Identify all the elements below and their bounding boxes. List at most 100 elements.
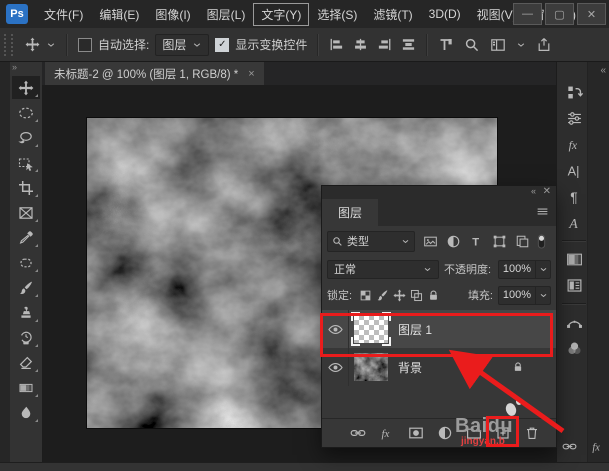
- align-right-icon[interactable]: [377, 37, 392, 52]
- gradient-swatch-icon[interactable]: [566, 251, 583, 268]
- lock-artboard-icon[interactable]: [410, 289, 423, 302]
- distribute-icon[interactable]: [401, 37, 416, 52]
- chevron-down-icon: [192, 40, 202, 50]
- adjustments-icon[interactable]: [566, 110, 583, 127]
- fill-field[interactable]: 100%: [498, 285, 551, 305]
- history-icon[interactable]: [566, 84, 583, 101]
- shape-filter-icon[interactable]: [492, 234, 507, 249]
- maximize-button[interactable]: ▢: [545, 3, 574, 25]
- fx-icon[interactable]: fx: [590, 439, 605, 454]
- align-center-icon[interactable]: [353, 37, 368, 52]
- show-transform-label: 显示变换控件: [235, 38, 308, 52]
- lock-transparency-icon[interactable]: [359, 289, 372, 302]
- paths-icon[interactable]: [566, 314, 583, 331]
- adjustment-layer-icon[interactable]: [437, 425, 453, 441]
- link-icon[interactable]: [562, 439, 577, 454]
- paragraph-icon[interactable]: ¶: [566, 188, 583, 205]
- menu-图层(L)[interactable]: 图层(L): [199, 3, 254, 26]
- smudge-tool[interactable]: [12, 401, 40, 424]
- lock-position-icon[interactable]: [393, 288, 406, 302]
- filter-type-dropdown[interactable]: 类型: [327, 230, 415, 252]
- libraries-icon[interactable]: [566, 277, 583, 294]
- menu-文件(F)[interactable]: 文件(F): [36, 3, 91, 26]
- layers-panel-header: « ✕: [322, 186, 556, 199]
- chevron-down-icon: [536, 285, 551, 305]
- eraser-tool-icon: [18, 355, 34, 371]
- lock-all-icon[interactable]: [427, 289, 440, 302]
- marquee-tool-icon: [18, 105, 34, 121]
- panel-menu-icon[interactable]: [536, 205, 549, 218]
- show-transform-checkbox[interactable]: ✓: [215, 37, 230, 52]
- clone-stamp-tool[interactable]: [12, 301, 40, 324]
- align-controls: [329, 37, 416, 52]
- dock-collapse-chevron[interactable]: «: [600, 65, 606, 76]
- menu-图像(I)[interactable]: 图像(I): [147, 3, 198, 26]
- share-icon[interactable]: [536, 37, 552, 53]
- fx-icon[interactable]: fx: [566, 136, 583, 153]
- tab-close-icon[interactable]: ×: [248, 68, 254, 80]
- group-icon[interactable]: [466, 425, 482, 441]
- layer-name[interactable]: 背景: [398, 359, 422, 376]
- text-filter-icon[interactable]: T: [469, 234, 484, 249]
- menu-滤镜(T)[interactable]: 滤镜(T): [365, 3, 420, 26]
- eraser-tool[interactable]: [12, 351, 40, 374]
- align-left-icon[interactable]: [329, 37, 344, 52]
- brush-tool[interactable]: [12, 276, 40, 299]
- blend-mode-dropdown[interactable]: 正常: [327, 259, 439, 279]
- chevron-down-icon[interactable]: [516, 40, 526, 50]
- document-tab[interactable]: 未标题-2 @ 100% (图层 1, RGB/8) * ×: [45, 62, 264, 85]
- tab-layers[interactable]: 图层: [322, 199, 379, 226]
- mask-icon[interactable]: [408, 425, 424, 441]
- panel-close-icon[interactable]: ✕: [543, 186, 551, 197]
- gradient-tool[interactable]: [12, 376, 40, 399]
- toolbar-expand-chevron[interactable]: »: [10, 62, 17, 75]
- auto-select-checkbox[interactable]: [78, 37, 92, 52]
- menu-编辑(E)[interactable]: 编辑(E): [91, 3, 147, 26]
- options-grip: [4, 33, 13, 56]
- eyedropper-tool[interactable]: [12, 226, 40, 249]
- link-icon[interactable]: [350, 425, 366, 441]
- trash-icon[interactable]: [524, 425, 540, 441]
- auto-select-target-dropdown[interactable]: 图层: [155, 33, 210, 56]
- object-selection-tool[interactable]: [12, 151, 40, 174]
- move-tool[interactable]: [12, 76, 40, 99]
- pin-icon[interactable]: [438, 37, 454, 53]
- fill-label: 填充:: [467, 290, 493, 302]
- frame-tool[interactable]: [12, 201, 40, 224]
- svg-text:A|: A|: [567, 163, 579, 178]
- fx-icon[interactable]: fx: [379, 425, 395, 441]
- color-icon[interactable]: [566, 340, 583, 357]
- menu-文字(Y)[interactable]: 文字(Y): [253, 2, 310, 26]
- layer-thumbnail-clouds[interactable]: [354, 353, 388, 381]
- eyedropper-tool-icon: [18, 230, 34, 246]
- opacity-field[interactable]: 100%: [498, 259, 551, 279]
- lock-pixels-icon[interactable]: [376, 289, 389, 302]
- minimize-button[interactable]: —: [513, 3, 542, 25]
- svg-text:fx: fx: [568, 139, 577, 152]
- window-controls: — ▢ ✕: [513, 3, 606, 25]
- spot-healing-tool[interactable]: [12, 251, 40, 274]
- crop-tool[interactable]: [12, 176, 40, 199]
- visibility-eye-icon[interactable]: [327, 360, 343, 375]
- menu-选择(S)[interactable]: 选择(S): [309, 3, 365, 26]
- character-icon[interactable]: A|: [566, 162, 583, 179]
- smart-object-filter-icon[interactable]: [515, 234, 530, 249]
- glyphs-icon[interactable]: A: [566, 214, 583, 231]
- adjustment-layer-icon[interactable]: [446, 234, 461, 249]
- panel-collapse-icon[interactable]: «: [531, 186, 536, 196]
- workspace-icon[interactable]: [490, 37, 506, 53]
- move-tool-icon: [25, 37, 40, 52]
- marquee-tool[interactable]: [12, 101, 40, 124]
- crop-tool-icon: [18, 180, 34, 196]
- zoom-icon[interactable]: [464, 37, 480, 53]
- lasso-tool[interactable]: [12, 126, 40, 149]
- right-panel-dock: « fx A| ¶ A fx: [556, 62, 609, 462]
- filter-toggle-icon[interactable]: [534, 233, 549, 249]
- photoshop-logo: Ps: [6, 4, 28, 24]
- chevron-down-icon[interactable]: [46, 40, 56, 50]
- image-filter-icon[interactable]: [423, 234, 438, 249]
- document-tab-title: 未标题-2 @ 100% (图层 1, RGB/8) *: [54, 68, 239, 81]
- close-button[interactable]: ✕: [577, 3, 606, 25]
- history-brush-tool[interactable]: [12, 326, 40, 349]
- menu-3D(D)[interactable]: 3D(D): [421, 4, 469, 24]
